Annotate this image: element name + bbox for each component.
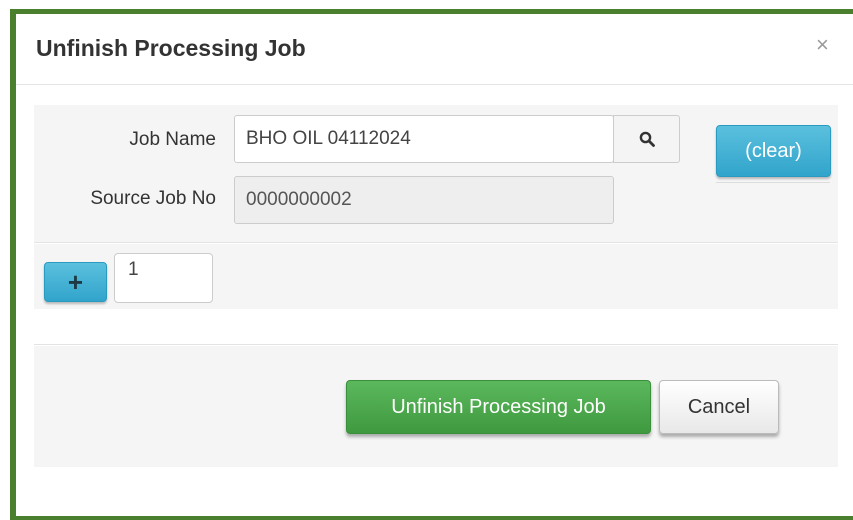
dialog-title: Unfinish Processing Job — [36, 35, 306, 61]
clear-button[interactable]: (clear) — [716, 125, 831, 177]
add-button[interactable]: + — [44, 262, 107, 302]
cancel-button[interactable]: Cancel — [659, 380, 779, 434]
job-name-label: Job Name — [129, 129, 216, 150]
dialog-header: Unfinish Processing Job × — [16, 14, 853, 85]
search-icon — [639, 131, 655, 147]
divider — [34, 344, 838, 345]
job-search-button[interactable] — [613, 115, 680, 163]
job-name-input[interactable]: BHO OIL 04112024 — [234, 115, 614, 163]
unfinish-processing-job-dialog: Unfinish Processing Job × Job Name BHO O… — [16, 14, 853, 516]
close-icon[interactable]: × — [816, 34, 829, 56]
divider — [34, 242, 838, 243]
window-frame-bottom — [10, 516, 853, 520]
clear-underline — [716, 182, 830, 183]
source-job-no-field: 0000000002 — [234, 176, 614, 224]
count-input[interactable]: 1 — [114, 253, 213, 303]
source-job-no-label: Source Job No — [90, 188, 216, 209]
unfinish-processing-job-button[interactable]: Unfinish Processing Job — [346, 380, 651, 434]
plus-icon: + — [67, 267, 84, 297]
